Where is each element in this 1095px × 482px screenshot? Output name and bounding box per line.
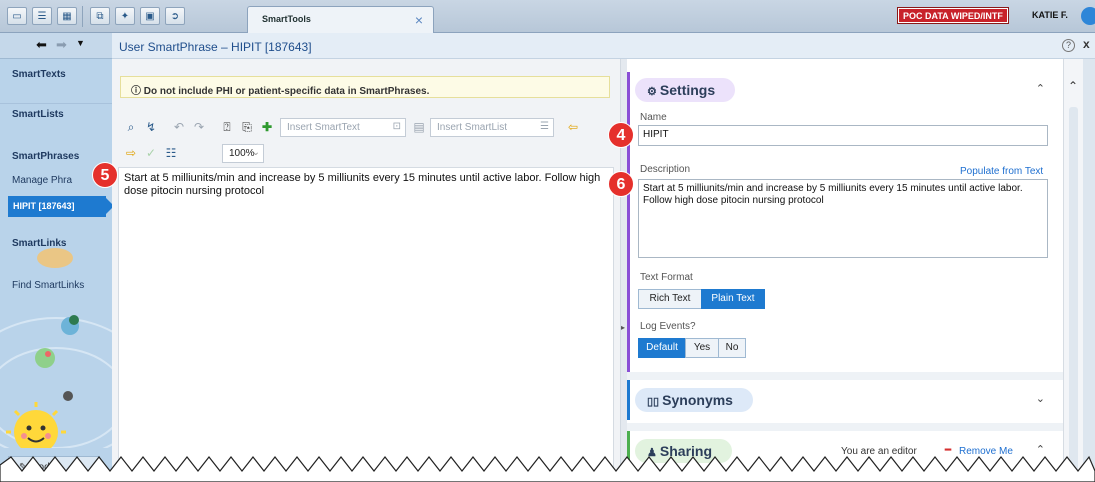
smartlist-picker-icon[interactable]: ☰: [540, 121, 549, 132]
back-arrow-icon[interactable]: ⬅: [36, 37, 47, 53]
tab-close-icon[interactable]: ×: [415, 12, 423, 28]
info-icon: ⓘ: [131, 86, 144, 97]
smarttext-picker-icon[interactable]: ⊡: [393, 121, 401, 132]
card-divider: [627, 423, 1063, 431]
settings-panel: ⚙ Settings ⌃ Name HIPIT Description Popu…: [627, 59, 1063, 482]
vertical-scrollbar[interactable]: ⌃: [1063, 59, 1083, 482]
description-field[interactable]: Start at 5 milliunits/min and increase b…: [638, 179, 1048, 258]
user-name[interactable]: KATIE F.: [1032, 10, 1068, 20]
callout-4: 4: [608, 122, 634, 148]
phi-warning-banner: ⓘ Do not include PHI or patient-specific…: [120, 76, 610, 98]
forward-arrow-icon[interactable]: ➡: [56, 37, 67, 53]
settings-header[interactable]: ⚙ Settings ⌃: [627, 72, 1063, 106]
environment-badge: POC DATA WIPED/INTF: [897, 7, 1009, 24]
accept-icon[interactable]: ✓: [142, 144, 160, 162]
help-icon[interactable]: ?: [1062, 39, 1075, 52]
page-header: User SmartPhrase – HIPIT [187643] ? x: [112, 33, 1095, 59]
chevron-down-icon: ⌄: [251, 147, 260, 158]
top-toolbar: ▭ ☰ ▦ ⧉ ✦ ▣ ➲ SmartTools × POC DATA WIPE…: [0, 0, 1095, 33]
populate-from-text-link[interactable]: Populate from Text: [960, 166, 1043, 177]
synonyms-title: Synonyms: [662, 392, 733, 408]
next-field-icon[interactable]: ⇨: [122, 144, 140, 162]
insert-smartlist-input[interactable]: Insert SmartList ☰: [430, 118, 554, 137]
zoom-select[interactable]: 100% ⌄: [222, 144, 264, 163]
tools-icon[interactable]: ✦: [115, 7, 135, 25]
calendar-icon[interactable]: ▦: [57, 7, 77, 25]
page-title: User SmartPhrase – HIPIT [187643]: [119, 40, 312, 54]
sidebar-section-smarttexts[interactable]: SmartTexts: [0, 69, 112, 80]
nav-arrows: ⬅ ➡ ▼: [0, 33, 112, 59]
callout-6: 6: [608, 171, 634, 197]
home-icon[interactable]: ▭: [7, 7, 27, 25]
planets-illustration: [0, 248, 112, 448]
edge-panel: [1083, 59, 1095, 482]
redo-icon[interactable]: ↷: [190, 118, 208, 136]
sidebar-section-smartlists[interactable]: SmartLists: [0, 109, 112, 120]
card-divider: [627, 372, 1063, 380]
insert-smarttext-placeholder: Insert SmartText: [287, 122, 360, 133]
search-icon[interactable]: ⌕: [122, 118, 140, 136]
log-events-label: Log Events?: [640, 321, 696, 332]
import-icon[interactable]: ⎘: [238, 118, 256, 136]
log-yes-option[interactable]: Yes: [685, 338, 719, 358]
insert-smartlist-placeholder: Insert SmartList: [437, 122, 508, 133]
user-avatar-icon[interactable]: [1081, 7, 1095, 25]
name-label: Name: [640, 112, 667, 123]
phi-warning-text: Do not include PHI or patient-specific d…: [143, 86, 430, 97]
spellcheck-icon[interactable]: ↯: [142, 118, 160, 136]
sidebar-divider: [0, 103, 112, 104]
list-icon[interactable]: ☰: [32, 7, 52, 25]
torn-edge-decoration: [0, 455, 1095, 482]
previous-field-icon[interactable]: ⇦: [564, 118, 582, 136]
tab-smarttools[interactable]: SmartTools ×: [247, 6, 434, 33]
settings-pill: ⚙ Settings: [635, 78, 736, 102]
toolbar-divider: [82, 6, 83, 27]
scroll-up-icon[interactable]: ⌃: [1068, 79, 1078, 93]
format-icon[interactable]: ☷: [162, 144, 180, 162]
text-format-label: Text Format: [640, 272, 693, 283]
history-dropdown-icon[interactable]: ▼: [76, 38, 85, 48]
org-chart-icon[interactable]: ⧉: [90, 7, 110, 25]
tab-label: SmartTools: [262, 14, 311, 24]
plain-text-option[interactable]: Plain Text: [701, 289, 765, 309]
collapse-chevron-icon[interactable]: ⌃: [1036, 82, 1045, 95]
log-default-option[interactable]: Default: [638, 338, 686, 358]
close-icon[interactable]: x: [1083, 37, 1090, 51]
add-icon[interactable]: ✚: [258, 118, 276, 136]
exit-icon[interactable]: ➲: [165, 7, 185, 25]
editor-text-area[interactable]: Start at 5 milliunits/min and increase b…: [118, 167, 614, 482]
log-no-option[interactable]: No: [718, 338, 746, 358]
callout-5: 5: [92, 162, 118, 188]
description-label: Description: [640, 164, 691, 175]
book-icon: ▯▯: [647, 396, 663, 408]
sidebar-section-smartphrases[interactable]: SmartPhrases: [0, 151, 112, 162]
sidebar-item-hipit[interactable]: HIPIT [187643]: [8, 196, 112, 217]
smartlink-icon[interactable]: ⍰: [218, 118, 236, 136]
expand-chevron-icon[interactable]: ⌄: [1036, 392, 1045, 405]
synonyms-header[interactable]: ▯▯ Synonyms ⌄: [627, 382, 1063, 416]
editor-panel: ⓘ Do not include PHI or patient-specific…: [112, 59, 620, 482]
settings-gear-icon: ⚙: [647, 86, 660, 98]
schedule-icon[interactable]: ▣: [140, 7, 160, 25]
undo-icon[interactable]: ↶: [170, 118, 188, 136]
expand-arrow-icon[interactable]: ▸: [621, 323, 625, 332]
scroll-thumb[interactable]: [1069, 107, 1078, 477]
insert-smarttext-input[interactable]: Insert SmartText ⊡: [280, 118, 406, 137]
smarttext-list-icon[interactable]: ▤: [410, 118, 428, 136]
sidebar: ⬅ ➡ ▼ SmartTexts SmartLists SmartPhrases…: [0, 33, 112, 482]
name-field[interactable]: HIPIT: [638, 125, 1048, 146]
settings-title: Settings: [659, 82, 716, 98]
rich-text-option[interactable]: Rich Text: [638, 289, 702, 309]
synonyms-pill: ▯▯ Synonyms: [635, 388, 753, 412]
settings-accent-bar: [627, 72, 630, 372]
